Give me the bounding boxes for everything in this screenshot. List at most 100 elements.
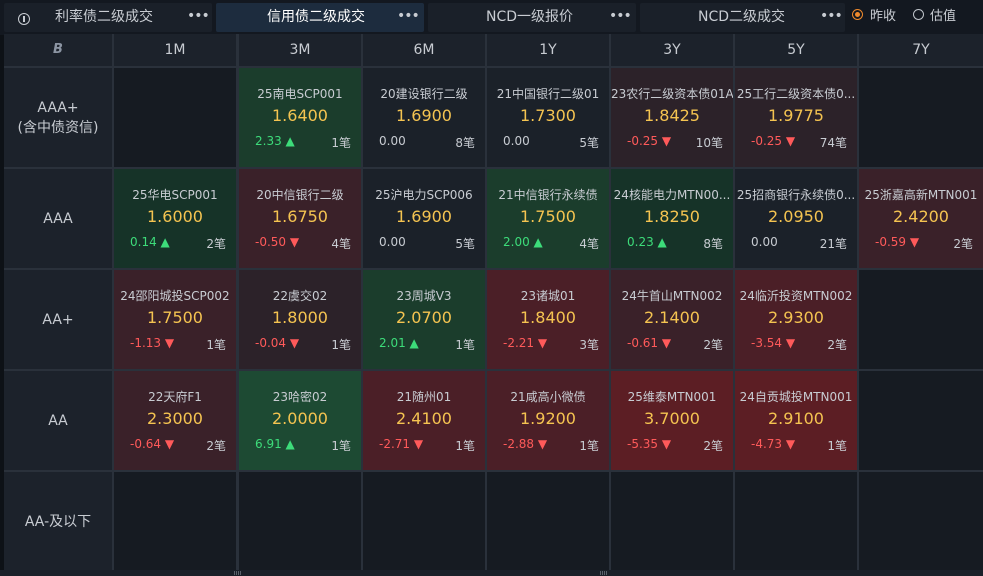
trade-count: 21笔 <box>819 237 847 251</box>
bond-cell[interactable]: 22天府F1 2.3000 -0.64 ▼ 2笔 <box>114 371 236 470</box>
bond-change: -0.25 ▼ <box>751 134 796 148</box>
bond-yield: 1.6000 <box>147 207 203 226</box>
radio-prev-close[interactable] <box>852 9 863 20</box>
column-header-label: 3M <box>289 42 311 58</box>
bond-name: 20建设银行二级 <box>380 87 468 101</box>
bond-cell[interactable]: 23农行二级资本债01A 1.8425 -0.25 ▼ 10笔 <box>611 68 733 167</box>
resize-handle-icon[interactable] <box>600 571 608 575</box>
bond-name: 25工行二级资本债0... <box>736 87 856 101</box>
bond-cell[interactable]: 21咸高小微债 1.9200 -2.88 ▼ 1笔 <box>487 371 609 470</box>
bond-yield: 1.6750 <box>272 207 328 226</box>
column-header-label: 7Y <box>912 42 930 58</box>
row-header[interactable]: AA-及以下 <box>4 472 112 571</box>
trade-count: 10笔 <box>695 136 723 150</box>
bond-yield: 1.9775 <box>768 106 824 125</box>
bond-cell[interactable]: 20建设银行二级 1.6900 0.00 8笔 <box>363 68 485 167</box>
bond-change: 2.33 ▲ <box>255 134 295 148</box>
bond-name: 24临沂投资MTN002 <box>739 289 853 303</box>
bond-change: -0.25 ▼ <box>627 134 672 148</box>
bond-cell[interactable]: 25工行二级资本债0... 1.9775 -0.25 ▼ 74笔 <box>735 68 857 167</box>
bond-yield: 2.4200 <box>893 207 949 226</box>
bond-yield: 2.0700 <box>396 308 452 327</box>
bond-yield: 1.8425 <box>644 106 700 125</box>
bond-yield: 1.8250 <box>644 207 700 226</box>
bond-yield: 1.7500 <box>520 207 576 226</box>
column-header-5y[interactable]: 5Y <box>735 34 857 66</box>
bond-cell[interactable]: 24牛首山MTN002 2.1400 -0.61 ▼ 2笔 <box>611 270 733 369</box>
more-icon[interactable]: ••• <box>397 3 420 32</box>
row-header-label: AA-及以下 <box>24 513 92 530</box>
trade-count: 8笔 <box>703 237 723 251</box>
bond-cell[interactable]: 24自贡城投MTN001 2.9100 -4.73 ▼ 1笔 <box>735 371 857 470</box>
bond-cell[interactable]: 25维泰MTN001 3.7000 -5.35 ▼ 2笔 <box>611 371 733 470</box>
radio-valuation-label[interactable]: 估值 <box>930 0 956 35</box>
more-icon[interactable]: ••• <box>187 3 210 32</box>
resize-handle-icon[interactable] <box>234 571 242 575</box>
bond-cell[interactable]: 25华电SCP001 1.6000 0.14 ▲ 2笔 <box>114 169 236 268</box>
tab-credit-bond-secondary[interactable]: 信用债二级成交 ••• <box>216 3 424 32</box>
bond-yield: 1.9200 <box>520 409 576 428</box>
column-header-7y[interactable]: 7Y <box>859 34 983 66</box>
tab-label: NCD一级报价 <box>486 9 574 25</box>
bond-cell[interactable]: 20中信银行二级 1.6750 -0.50 ▼ 4笔 <box>239 169 361 268</box>
row-header[interactable]: AAA <box>4 169 112 268</box>
trade-count: 1笔 <box>579 439 599 453</box>
column-header-label: 3Y <box>663 42 681 58</box>
column-header-1m[interactable]: 1M <box>114 34 236 66</box>
bond-cell[interactable]: 25招商银行永续债0... 2.0950 0.00 21笔 <box>735 169 857 268</box>
radio-prev-close-label[interactable]: 昨收 <box>870 0 896 35</box>
bond-cell[interactable]: 23周城V3 2.0700 2.01 ▲ 1笔 <box>363 270 485 369</box>
more-icon[interactable]: ••• <box>820 3 843 32</box>
bond-change: 0.23 ▲ <box>627 235 667 249</box>
bond-yield: 2.0950 <box>768 207 824 226</box>
info-icon[interactable] <box>18 13 30 25</box>
bond-name: 24邵阳城投SCP002 <box>120 289 230 303</box>
radio-valuation[interactable] <box>913 9 924 20</box>
row-header[interactable]: AAA+ (含中债资信) <box>4 68 112 167</box>
column-header-3m[interactable]: 3M <box>239 34 361 66</box>
bottom-scrollbar[interactable] <box>0 570 983 576</box>
tab-rate-bond-secondary[interactable]: 利率债二级成交 ••• <box>4 3 212 32</box>
bond-cell[interactable]: 25浙嘉高新MTN001 2.4200 -0.59 ▼ 2笔 <box>859 169 983 268</box>
bond-name: 23哈密02 <box>272 390 328 404</box>
column-header-3y[interactable]: 3Y <box>611 34 733 66</box>
trade-count: 5笔 <box>455 237 475 251</box>
bond-cell[interactable]: 21随州01 2.4100 -2.71 ▼ 1笔 <box>363 371 485 470</box>
bond-cell[interactable]: 22虞交02 1.8000 -0.04 ▼ 1笔 <box>239 270 361 369</box>
column-header-1y[interactable]: 1Y <box>487 34 609 66</box>
credit-bond-matrix: B 1M 3M 6M 1Y 3Y 5Y 7Y AAA+ (含中债资信) 25南电SCP001 1.… <box>4 34 983 571</box>
bond-change: -0.59 ▼ <box>875 235 920 249</box>
bond-cell[interactable]: 21中国银行二级01 1.7300 0.00 5笔 <box>487 68 609 167</box>
bond-name: 23农行二级资本债01A <box>611 87 733 101</box>
bond-yield: 2.4100 <box>396 409 452 428</box>
more-icon[interactable]: ••• <box>609 3 632 32</box>
tab-ncd-secondary[interactable]: NCD二级成交 ••• <box>640 3 845 32</box>
bond-change: -0.04 ▼ <box>255 336 300 350</box>
bond-cell[interactable]: 24临沂投资MTN002 2.9300 -3.54 ▼ 2笔 <box>735 270 857 369</box>
bond-cell[interactable]: 23哈密02 2.0000 6.91 ▲ 1笔 <box>239 371 361 470</box>
trade-count: 2笔 <box>206 439 226 453</box>
bond-cell[interactable]: 24邵阳城投SCP002 1.7500 -1.13 ▼ 1笔 <box>114 270 236 369</box>
bond-name: 24核能电力MTN00... <box>613 188 731 202</box>
bond-cell[interactable]: 23诸城01 1.8400 -2.21 ▼ 3笔 <box>487 270 609 369</box>
trade-count: 1笔 <box>331 439 351 453</box>
bond-change: -3.54 ▼ <box>751 336 796 350</box>
bond-cell[interactable]: 25沪电力SCP006 1.6900 0.00 5笔 <box>363 169 485 268</box>
tab-ncd-primary-quote[interactable]: NCD一级报价 ••• <box>428 3 636 32</box>
bond-name: 25华电SCP001 <box>132 188 218 202</box>
row-header[interactable]: AA <box>4 371 112 470</box>
bond-name: 24自贡城投MTN001 <box>739 390 853 404</box>
column-header-label: 1M <box>164 42 186 58</box>
bond-cell[interactable]: 21中信银行永续债 1.7500 2.00 ▲ 4笔 <box>487 169 609 268</box>
bond-name: 25浙嘉高新MTN001 <box>864 188 978 202</box>
row-header[interactable]: AA+ <box>4 270 112 369</box>
tab-label: 利率债二级成交 <box>55 9 153 25</box>
column-header-label: 5Y <box>787 42 805 58</box>
column-header-6m[interactable]: 6M <box>363 34 485 66</box>
bond-change: -2.71 ▼ <box>379 437 424 451</box>
bond-change: 2.01 ▲ <box>379 336 419 350</box>
row-header-label: AA+ <box>42 311 74 328</box>
bond-cell[interactable]: 25南电SCP001 1.6400 2.33 ▲ 1笔 <box>239 68 361 167</box>
bond-cell[interactable]: 24核能电力MTN00... 1.8250 0.23 ▲ 8笔 <box>611 169 733 268</box>
trade-count: 8笔 <box>455 136 475 150</box>
